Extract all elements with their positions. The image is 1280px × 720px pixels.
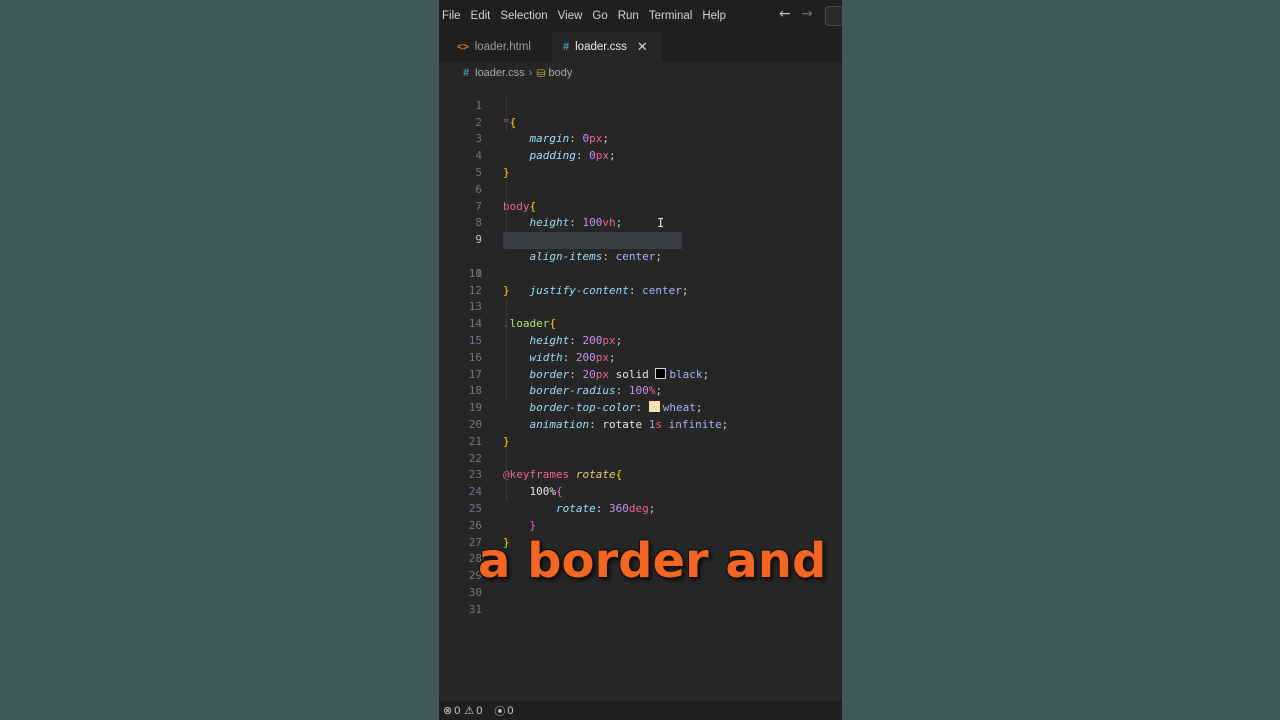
tab-label: loader.css (575, 41, 627, 53)
code-line: 6 body{ (439, 165, 842, 213)
menu-bar: File Edit Selection View Go Run Terminal… (439, 0, 842, 32)
menu-terminal[interactable]: Terminal (644, 10, 697, 22)
problems-status[interactable]: ⊗ 0 ⚠ 0 (443, 704, 483, 718)
back-arrow-icon[interactable]: ← (779, 6, 791, 22)
menu-selection[interactable]: Selection (495, 10, 552, 22)
code-line: 15 width: 200px; (439, 316, 842, 364)
code-line: 17 border-radius: 100%; (439, 350, 842, 398)
menu-view[interactable]: View (553, 10, 588, 22)
tab-label: loader.html (474, 41, 531, 53)
code-line: 12 (439, 266, 842, 297)
code-line: 2 margin: 0px; (439, 98, 842, 146)
code-line: 1 *{ (439, 81, 842, 129)
video-caption: a border and (478, 533, 827, 589)
code-line: 26 } (439, 501, 842, 549)
breadcrumb: # loader.css › ⛁ body (463, 65, 572, 81)
code-line: 14 height: 200px; (439, 299, 842, 347)
code-line: 13 .loader{ (439, 283, 842, 330)
text-cursor-icon: I (657, 216, 665, 231)
indent-guide (506, 450, 507, 501)
code-line: 19 animation: rotate 1s infinite; (439, 383, 842, 431)
menu-run[interactable]: Run (613, 10, 644, 22)
code-line: 25 } (439, 484, 842, 532)
code-line: 4 } (439, 131, 842, 179)
forward-arrow-icon[interactable]: → (801, 6, 813, 22)
code-editor-window: File Edit Selection View Go Run Terminal… (439, 0, 842, 720)
code-line: 11 } (439, 249, 842, 297)
code-line: 21 (439, 417, 842, 448)
symbol-structure-icon: ⛁ (536, 67, 546, 80)
code-line: 22 @keyframes rotate{ (439, 434, 842, 482)
tab-bar: <> loader.html # loader.css ✕ (439, 32, 842, 62)
status-bar: ⊗ 0 ⚠ 0 ⦿ 0 (439, 701, 842, 720)
ports-count: 0 (507, 704, 514, 717)
indent-guide (506, 299, 507, 400)
error-count: 0 (454, 704, 461, 717)
selection-highlight (503, 232, 682, 249)
css-file-icon: # (463, 67, 470, 79)
indent-guide (506, 181, 507, 249)
code-line: 24 rotate: 360deg; (439, 467, 842, 515)
tab-loader-css[interactable]: # loader.css ✕ (552, 32, 661, 62)
line-number: 31 (468, 602, 482, 616)
menu-help[interactable]: Help (697, 10, 731, 22)
ports-status[interactable]: ⦿ 0 (494, 703, 513, 719)
code-line: 16 border: 20px solid black; (439, 333, 842, 381)
warning-count: 0 (476, 704, 483, 717)
css-file-icon: # (563, 41, 570, 53)
code-line: 5 (439, 148, 842, 179)
code-line: 23 100%{ (439, 451, 842, 498)
menu-edit[interactable]: Edit (466, 10, 496, 22)
breadcrumb-file[interactable]: loader.css (475, 67, 525, 79)
code-area[interactable]: 1 *{ 2 margin: 0px; 3 padding: 0px; 4 } … (439, 81, 842, 616)
menu-file[interactable]: File (439, 10, 466, 22)
code-line: 7 height: 100vh; (439, 182, 842, 230)
code-line: 8 display: flex; (439, 199, 842, 246)
menu-go[interactable]: Go (587, 10, 612, 22)
code-line: 18 border-top-color: wheat; (439, 367, 842, 414)
close-icon[interactable]: ✕ (637, 39, 648, 55)
chevron-right-icon: › (528, 67, 533, 79)
breadcrumb-symbol[interactable]: body (549, 67, 573, 79)
code-line: 3 padding: 0px; (439, 115, 842, 162)
broadcast-icon: ⦿ (494, 705, 506, 718)
code-line-active: 9 align-items: center; I (439, 215, 842, 263)
code-line-selected: 10 justify-content: center; (439, 232, 842, 297)
warning-icon: ⚠ (464, 705, 475, 717)
command-center-input[interactable] (825, 6, 842, 26)
indent-guide (506, 97, 507, 131)
html-file-icon: <> (457, 41, 469, 53)
error-icon: ⊗ (443, 705, 453, 717)
code-line: 20 } (439, 400, 842, 448)
tab-loader-html[interactable]: <> loader.html (447, 32, 565, 62)
